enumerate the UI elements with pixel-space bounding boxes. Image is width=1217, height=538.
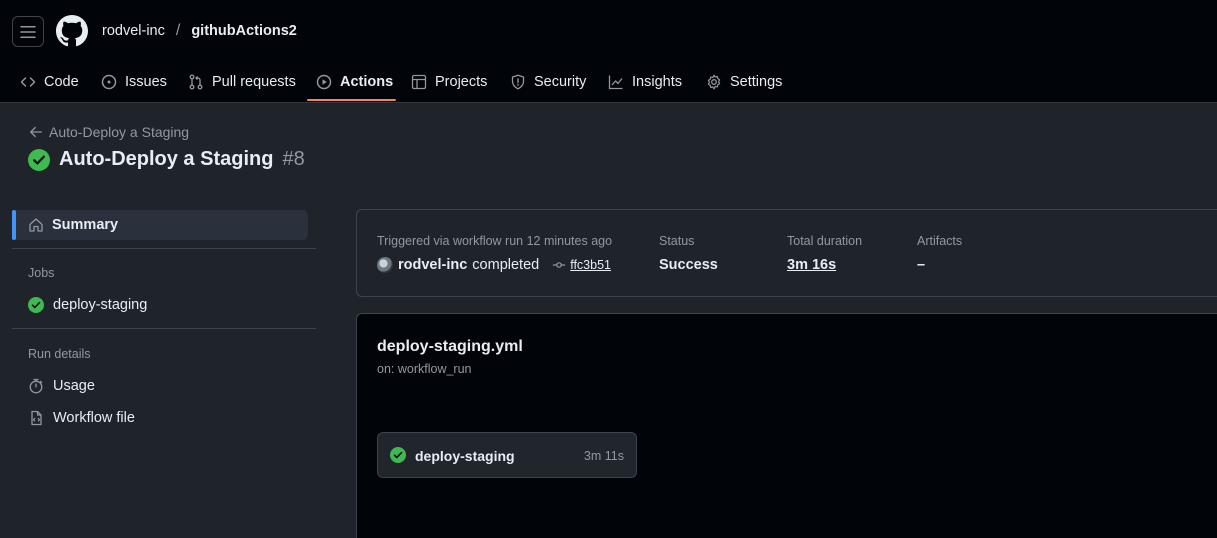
check-circle-fill-icon: [28, 148, 50, 171]
sidebar-item-summary[interactable]: Summary: [12, 210, 308, 240]
tab-actions[interactable]: Actions: [316, 62, 393, 102]
artifacts-value: –: [917, 257, 926, 273]
github-logo-icon[interactable]: [56, 15, 88, 47]
tab-projects[interactable]: Projects: [411, 62, 487, 102]
file-code-icon: [31, 410, 42, 426]
stopwatch-icon: [29, 378, 43, 394]
tab-security[interactable]: Security: [510, 62, 586, 102]
git-commit-icon: [553, 262, 566, 268]
tab-settings[interactable]: Settings: [706, 62, 782, 102]
run-summary-card: Triggered via workflow run 12 minutes ag…: [356, 209, 1217, 297]
repo-owner-link[interactable]: rodvel-inc: [102, 23, 165, 39]
back-to-workflow-link[interactable]: Auto-Deploy a Staging: [29, 124, 189, 140]
repo-header: rodvel-inc / githubActions2 Code Issues …: [0, 0, 1217, 103]
run-number: #8: [282, 148, 305, 170]
workflow-graph-card: deploy-staging.yml on: workflow_run depl…: [356, 313, 1217, 538]
arrow-left-icon: [30, 126, 42, 138]
tab-issues-label: Issues: [125, 74, 167, 90]
duration-value[interactable]: 3m 16s: [787, 257, 836, 273]
repo-name-link[interactable]: githubActions2: [191, 23, 297, 39]
trigger-label: Triggered via workflow run 12 minutes ag…: [377, 234, 613, 248]
tab-code-label: Code: [44, 74, 79, 90]
sidebar-item-workflow-file-label: Workflow file: [53, 410, 135, 426]
home-icon: [29, 218, 43, 232]
selected-indicator: [12, 210, 16, 240]
avatar[interactable]: [377, 257, 393, 273]
tab-pull-requests-label: Pull requests: [212, 74, 296, 90]
status-label: Status: [659, 234, 695, 248]
trigger-details: rodvel-inc completed ffc3b51: [377, 257, 611, 273]
sidebar-divider: [12, 248, 316, 249]
breadcrumb: rodvel-inc / githubActions2: [102, 22, 297, 40]
workflow-file-name: deploy-staging.yml: [377, 338, 523, 355]
commit-link[interactable]: ffc3b51: [552, 258, 611, 272]
tab-insights[interactable]: Insights: [608, 62, 682, 102]
back-link-label: Auto-Deploy a Staging: [49, 124, 190, 140]
job-node-duration: 3m 11s: [583, 449, 624, 463]
tab-projects-label: Projects: [435, 74, 488, 90]
sidebar-divider: [12, 328, 316, 329]
code-icon: [20, 77, 36, 87]
table-icon: [411, 74, 427, 90]
workflow-trigger: on: workflow_run: [377, 362, 472, 376]
sidebar-jobs-heading: Jobs: [28, 266, 55, 280]
check-circle-fill-icon: [390, 447, 406, 463]
sidebar-item-workflow-file[interactable]: Workflow file: [28, 410, 135, 426]
play-circle-icon: [316, 74, 332, 90]
actor-link[interactable]: rodvel-inc: [398, 257, 467, 273]
sidebar-item-usage[interactable]: Usage: [28, 378, 95, 394]
job-node[interactable]: deploy-staging 3m 11s: [377, 432, 637, 478]
sidebar-run-details-heading: Run details: [28, 347, 91, 361]
sidebar-item-summary-label: Summary: [52, 217, 119, 233]
gear-icon: [707, 74, 721, 90]
commit-sha: ffc3b51: [570, 258, 611, 272]
check-circle-fill-icon: [28, 297, 44, 313]
sidebar-item-usage-label: Usage: [53, 378, 95, 394]
tab-issues[interactable]: Issues: [101, 62, 167, 102]
run-title: Auto-Deploy a Staging: [59, 148, 274, 170]
trigger-action: completed: [472, 257, 540, 273]
duration-label: Total duration: [787, 234, 863, 248]
job-node-name: deploy-staging: [415, 448, 515, 464]
menu-button[interactable]: [12, 16, 44, 47]
shield-icon: [511, 74, 525, 90]
sidebar-item-job-label: deploy-staging: [53, 297, 148, 313]
tab-settings-label: Settings: [730, 74, 783, 90]
pull-request-icon: [189, 74, 203, 90]
tab-security-label: Security: [534, 74, 587, 90]
graph-icon: [608, 75, 623, 90]
page-title: Auto-Deploy a Staging #8: [28, 148, 305, 171]
sidebar-item-job[interactable]: deploy-staging: [28, 297, 147, 313]
active-tab-underline: [307, 99, 396, 101]
tab-actions-label: Actions: [340, 74, 394, 90]
status-value: Success: [659, 257, 718, 273]
issue-icon: [101, 74, 117, 90]
tab-code[interactable]: Code: [20, 62, 79, 102]
hamburger-icon: [20, 25, 36, 38]
breadcrumb-separator: /: [175, 22, 181, 39]
artifacts-label: Artifacts: [917, 234, 963, 248]
tab-insights-label: Insights: [632, 74, 682, 90]
tab-pull-requests[interactable]: Pull requests: [188, 62, 296, 102]
